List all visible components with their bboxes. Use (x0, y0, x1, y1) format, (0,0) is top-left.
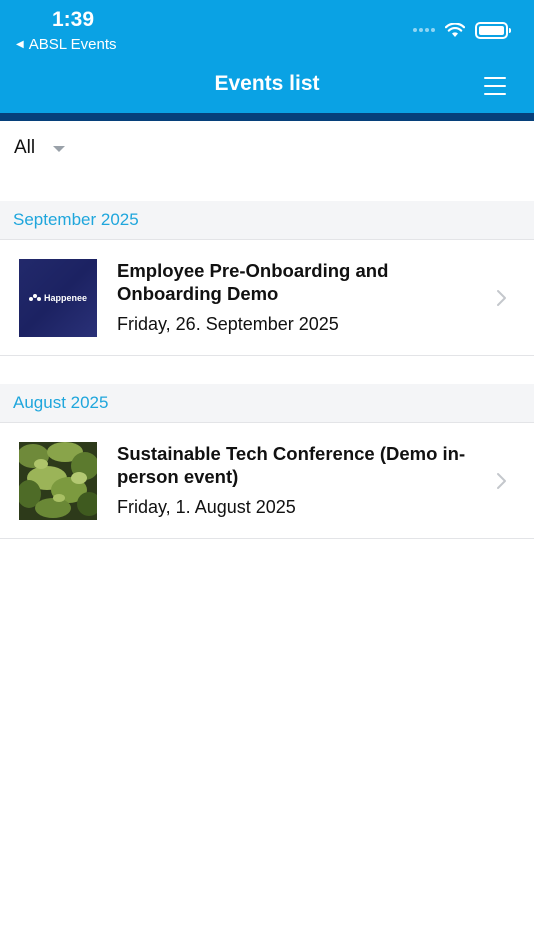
filter-value: All (14, 137, 36, 158)
happenee-logo-icon (28, 293, 41, 303)
back-caret-icon: ◀ (16, 39, 24, 50)
event-title: Employee Pre-Onboarding and Onboarding D… (117, 260, 389, 304)
status-indicators (413, 20, 511, 40)
back-app-label: ABSL Events (28, 36, 117, 53)
event-title: Sustainable Tech Conference (Demo in-per… (117, 443, 466, 487)
wifi-icon (445, 22, 465, 37)
chevron-right-icon (497, 290, 506, 306)
app-header: 1:39 ◀ ABSL Events Events list (0, 0, 534, 121)
event-thumbnail (19, 442, 97, 520)
event-thumbnail: Happenee (19, 259, 97, 337)
section-header-august: August 2025 (0, 384, 534, 423)
event-filter-dropdown[interactable]: All (14, 136, 66, 160)
cellular-signal-icon (413, 28, 435, 32)
event-date: Friday, 26. September 2025 (117, 314, 339, 334)
page-title: Events list (214, 72, 320, 95)
event-date: Friday, 1. August 2025 (117, 497, 296, 517)
chevron-right-icon (497, 473, 506, 489)
event-row[interactable]: Sustainable Tech Conference (Demo in-per… (0, 423, 534, 539)
dropdown-caret-icon (53, 146, 66, 152)
battery-icon (475, 21, 511, 39)
event-row[interactable]: Happenee Employee Pre-Onboarding and Onb… (0, 240, 534, 356)
hamburger-menu-icon[interactable] (484, 77, 506, 95)
section-header-september: September 2025 (0, 201, 534, 240)
thumbnail-brand-text: Happenee (43, 293, 87, 303)
back-to-app-link[interactable]: ◀ ABSL Events (16, 36, 117, 53)
status-time: 1:39 (52, 8, 95, 31)
header-divider-strip (0, 113, 534, 121)
foliage-photo (19, 442, 97, 520)
